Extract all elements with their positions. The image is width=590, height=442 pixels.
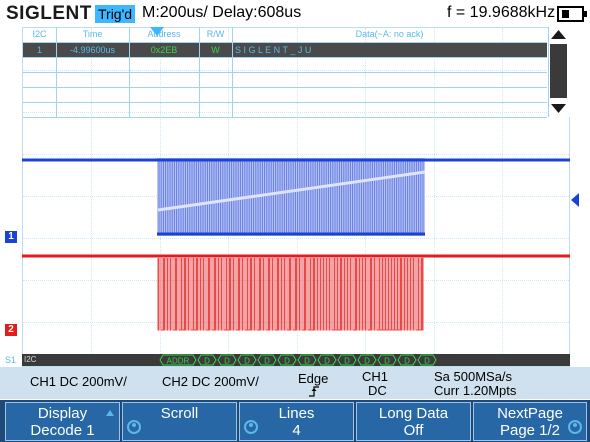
lines-softkey[interactable]: Lines 4 <box>239 402 354 441</box>
knob-icon <box>127 420 141 434</box>
bus-data-packet-label: D <box>344 357 350 366</box>
trigger-level-icon[interactable] <box>571 193 579 207</box>
row-index: 1 <box>36 45 42 55</box>
bus-data-packet-label: D <box>204 357 210 366</box>
decode-list-table[interactable]: I2C Time Address R/W Data(~A: no ack) 1 … <box>23 27 547 118</box>
bus-packets: ADDR D D D D D D D D D D D D <box>159 354 437 366</box>
softkey-label: Display <box>37 405 88 422</box>
softkey-label: Lines <box>278 405 315 422</box>
table-row[interactable]: 1 -4.99600us 0x2EB W S I G L E N T _ J U <box>23 42 547 57</box>
softkey-label: Scroll <box>160 405 199 422</box>
softkey-value: Decode 1 <box>30 422 95 439</box>
row-time: -4.99600us <box>69 45 116 55</box>
arrow-down-icon[interactable] <box>548 101 569 116</box>
ch2-trace <box>22 254 570 331</box>
status-bar: CH1 DC 200mV/ CH2 DC 200mV/ Edge CH1 DC … <box>0 367 590 399</box>
column-header-data: Data(~A: no ack) <box>355 29 424 39</box>
bus-data-packet-label: D <box>244 357 250 366</box>
sample-rate: Sa 500MSa/s <box>434 369 513 384</box>
softkey-label: Long Data <box>378 405 449 422</box>
table-row[interactable] <box>23 87 547 102</box>
trigger-type[interactable]: Edge <box>298 371 328 386</box>
trigger-source[interactable]: CH1 <box>362 369 388 384</box>
trigger-position-icon[interactable] <box>150 27 164 36</box>
rising-edge-icon <box>309 386 319 397</box>
column-header-time: Time <box>82 29 103 39</box>
bus-data-packet-label: D <box>324 357 330 366</box>
row-rw: W <box>211 45 220 55</box>
trigger-coupling[interactable]: DC <box>368 383 387 398</box>
ch1-trace <box>22 158 570 236</box>
softkey-value: Off <box>403 422 424 439</box>
long-data-softkey[interactable]: Long Data Off <box>356 402 471 441</box>
arrow-up-icon[interactable] <box>548 27 569 42</box>
display-softkey[interactable]: Display Decode 1 <box>5 402 120 441</box>
memory-depth: Curr 1.20Mpts <box>434 383 517 398</box>
scroll-softkey[interactable]: Scroll <box>122 402 237 441</box>
scrollbar-thumb[interactable] <box>550 44 567 98</box>
bus-address-packet-label: ADDR <box>167 357 190 366</box>
table-row[interactable] <box>23 57 547 72</box>
row-data: S I G L E N T _ J U <box>235 45 312 55</box>
table-row[interactable] <box>23 102 547 118</box>
row-address: 0x2EB <box>150 45 178 55</box>
arrow-up-icon <box>106 410 114 416</box>
bus-data-packet-label: D <box>404 357 410 366</box>
bus-data-packet-label: D <box>384 357 390 366</box>
bus-data-packet-label: D <box>284 357 290 366</box>
bus-data-packet-label: D <box>264 357 270 366</box>
bus-data-packet-label: D <box>364 357 370 366</box>
ch1-offset-marker[interactable]: 1 <box>5 231 17 243</box>
ch2-offset-marker[interactable]: 2 <box>5 324 17 336</box>
ch1-setting[interactable]: CH1 DC 200mV/ <box>30 374 127 389</box>
bus-data-packet-label: D <box>304 357 310 366</box>
ch2-setting[interactable]: CH2 DC 200mV/ <box>162 374 259 389</box>
column-header-i2c: I2C <box>32 29 47 39</box>
bus-data-packet-label: D <box>224 357 230 366</box>
table-row[interactable] <box>23 72 547 87</box>
knob-icon <box>244 420 258 434</box>
bus-data-packet-label: D <box>424 357 430 366</box>
column-header-rw: R/W <box>206 29 225 39</box>
knob-icon <box>568 420 582 434</box>
softkey-label: NextPage <box>497 405 563 422</box>
column-header-address: Address <box>147 29 181 39</box>
next-page-softkey[interactable]: NextPage Page 1/2 <box>473 402 587 441</box>
